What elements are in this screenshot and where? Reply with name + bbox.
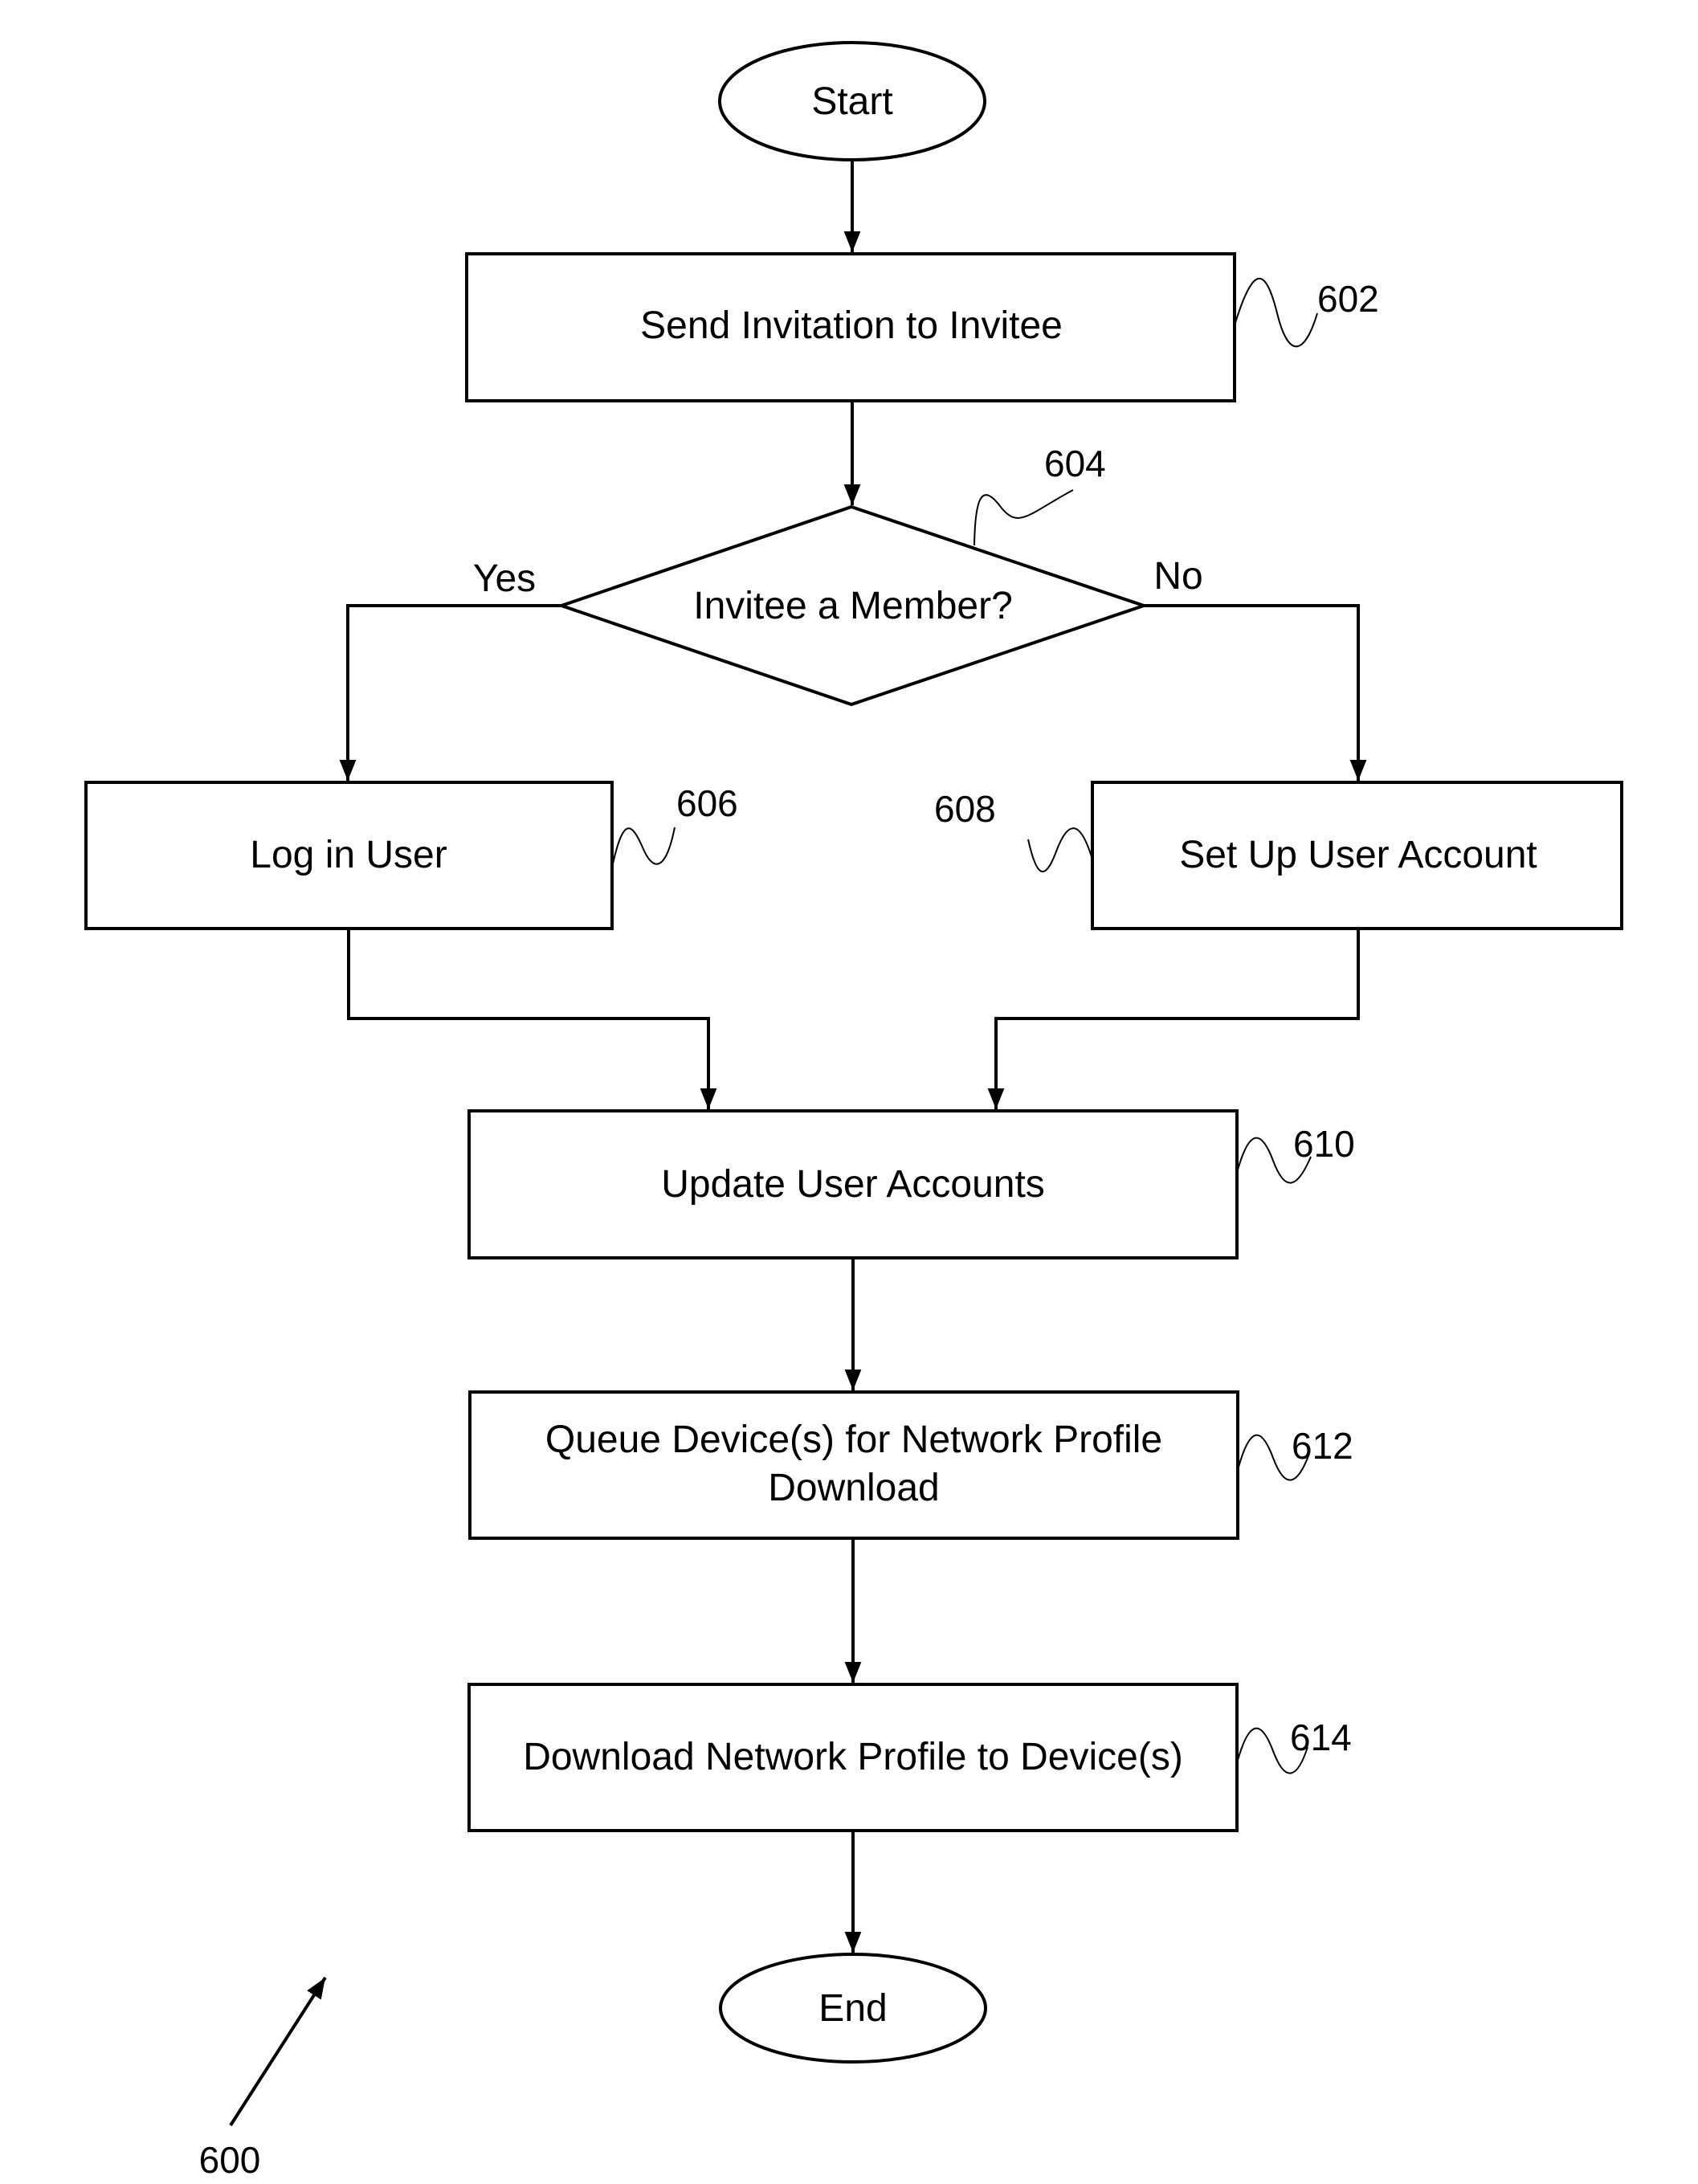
- step-612-box: [468, 1390, 1239, 1540]
- step-614: Download Network Profile to Device(s) 61…: [467, 1683, 1352, 1832]
- step-608-label: Set Up User Account: [1179, 834, 1537, 876]
- ref-606-leader: [611, 827, 676, 868]
- figure-ref-600: 600: [199, 2139, 261, 2181]
- flowchart-600: Start Send Invitation to Invitee 602 Inv…: [84, 41, 1623, 2181]
- step-606: Log in User 606: [84, 781, 738, 930]
- ref-602-leader: [1234, 277, 1318, 348]
- step-614-label: Download Network Profile to Device(s): [523, 1736, 1183, 1778]
- ref-602: 602: [1317, 278, 1379, 320]
- ref-612: 612: [1292, 1425, 1353, 1467]
- ref-604-leader: [973, 489, 1074, 546]
- ref-610: 610: [1293, 1123, 1355, 1165]
- ref-608: 608: [934, 788, 996, 830]
- step-612-label-line2: Download: [768, 1467, 939, 1509]
- edge-608-to-610: [987, 929, 1360, 1109]
- start-label: Start: [811, 80, 892, 123]
- edge-604-no-to-608: [1144, 604, 1367, 781]
- ref-614: 614: [1290, 1717, 1352, 1758]
- step-608: Set Up User Account 608: [934, 781, 1623, 930]
- decision-604-label: Invitee a Member?: [693, 585, 1013, 627]
- edge-606-to-610: [347, 929, 717, 1109]
- branch-no-label: No: [1153, 555, 1202, 598]
- step-602: Send Invitation to Invitee 602: [465, 252, 1379, 402]
- ref-608-leader: [1027, 827, 1093, 872]
- end-label: End: [818, 1987, 887, 2030]
- step-602-label: Send Invitation to Invitee: [640, 304, 1063, 347]
- end-terminator: End: [719, 1953, 987, 2064]
- ref-604: 604: [1044, 443, 1106, 484]
- step-610-label: Update User Accounts: [661, 1163, 1045, 1206]
- ref-606: 606: [676, 782, 738, 824]
- step-606-label: Log in User: [250, 834, 447, 876]
- edge-604-yes-to-606: [339, 604, 561, 781]
- step-610: Update User Accounts 610: [467, 1109, 1355, 1259]
- branch-yes-label: Yes: [473, 557, 536, 600]
- figure-600-pointer-arrow: [229, 1976, 327, 2127]
- start-terminator: Start: [718, 41, 986, 161]
- step-612-label-line1: Queue Device(s) for Network Profile: [545, 1419, 1162, 1461]
- step-612: Queue Device(s) for Network Profile Down…: [468, 1390, 1353, 1540]
